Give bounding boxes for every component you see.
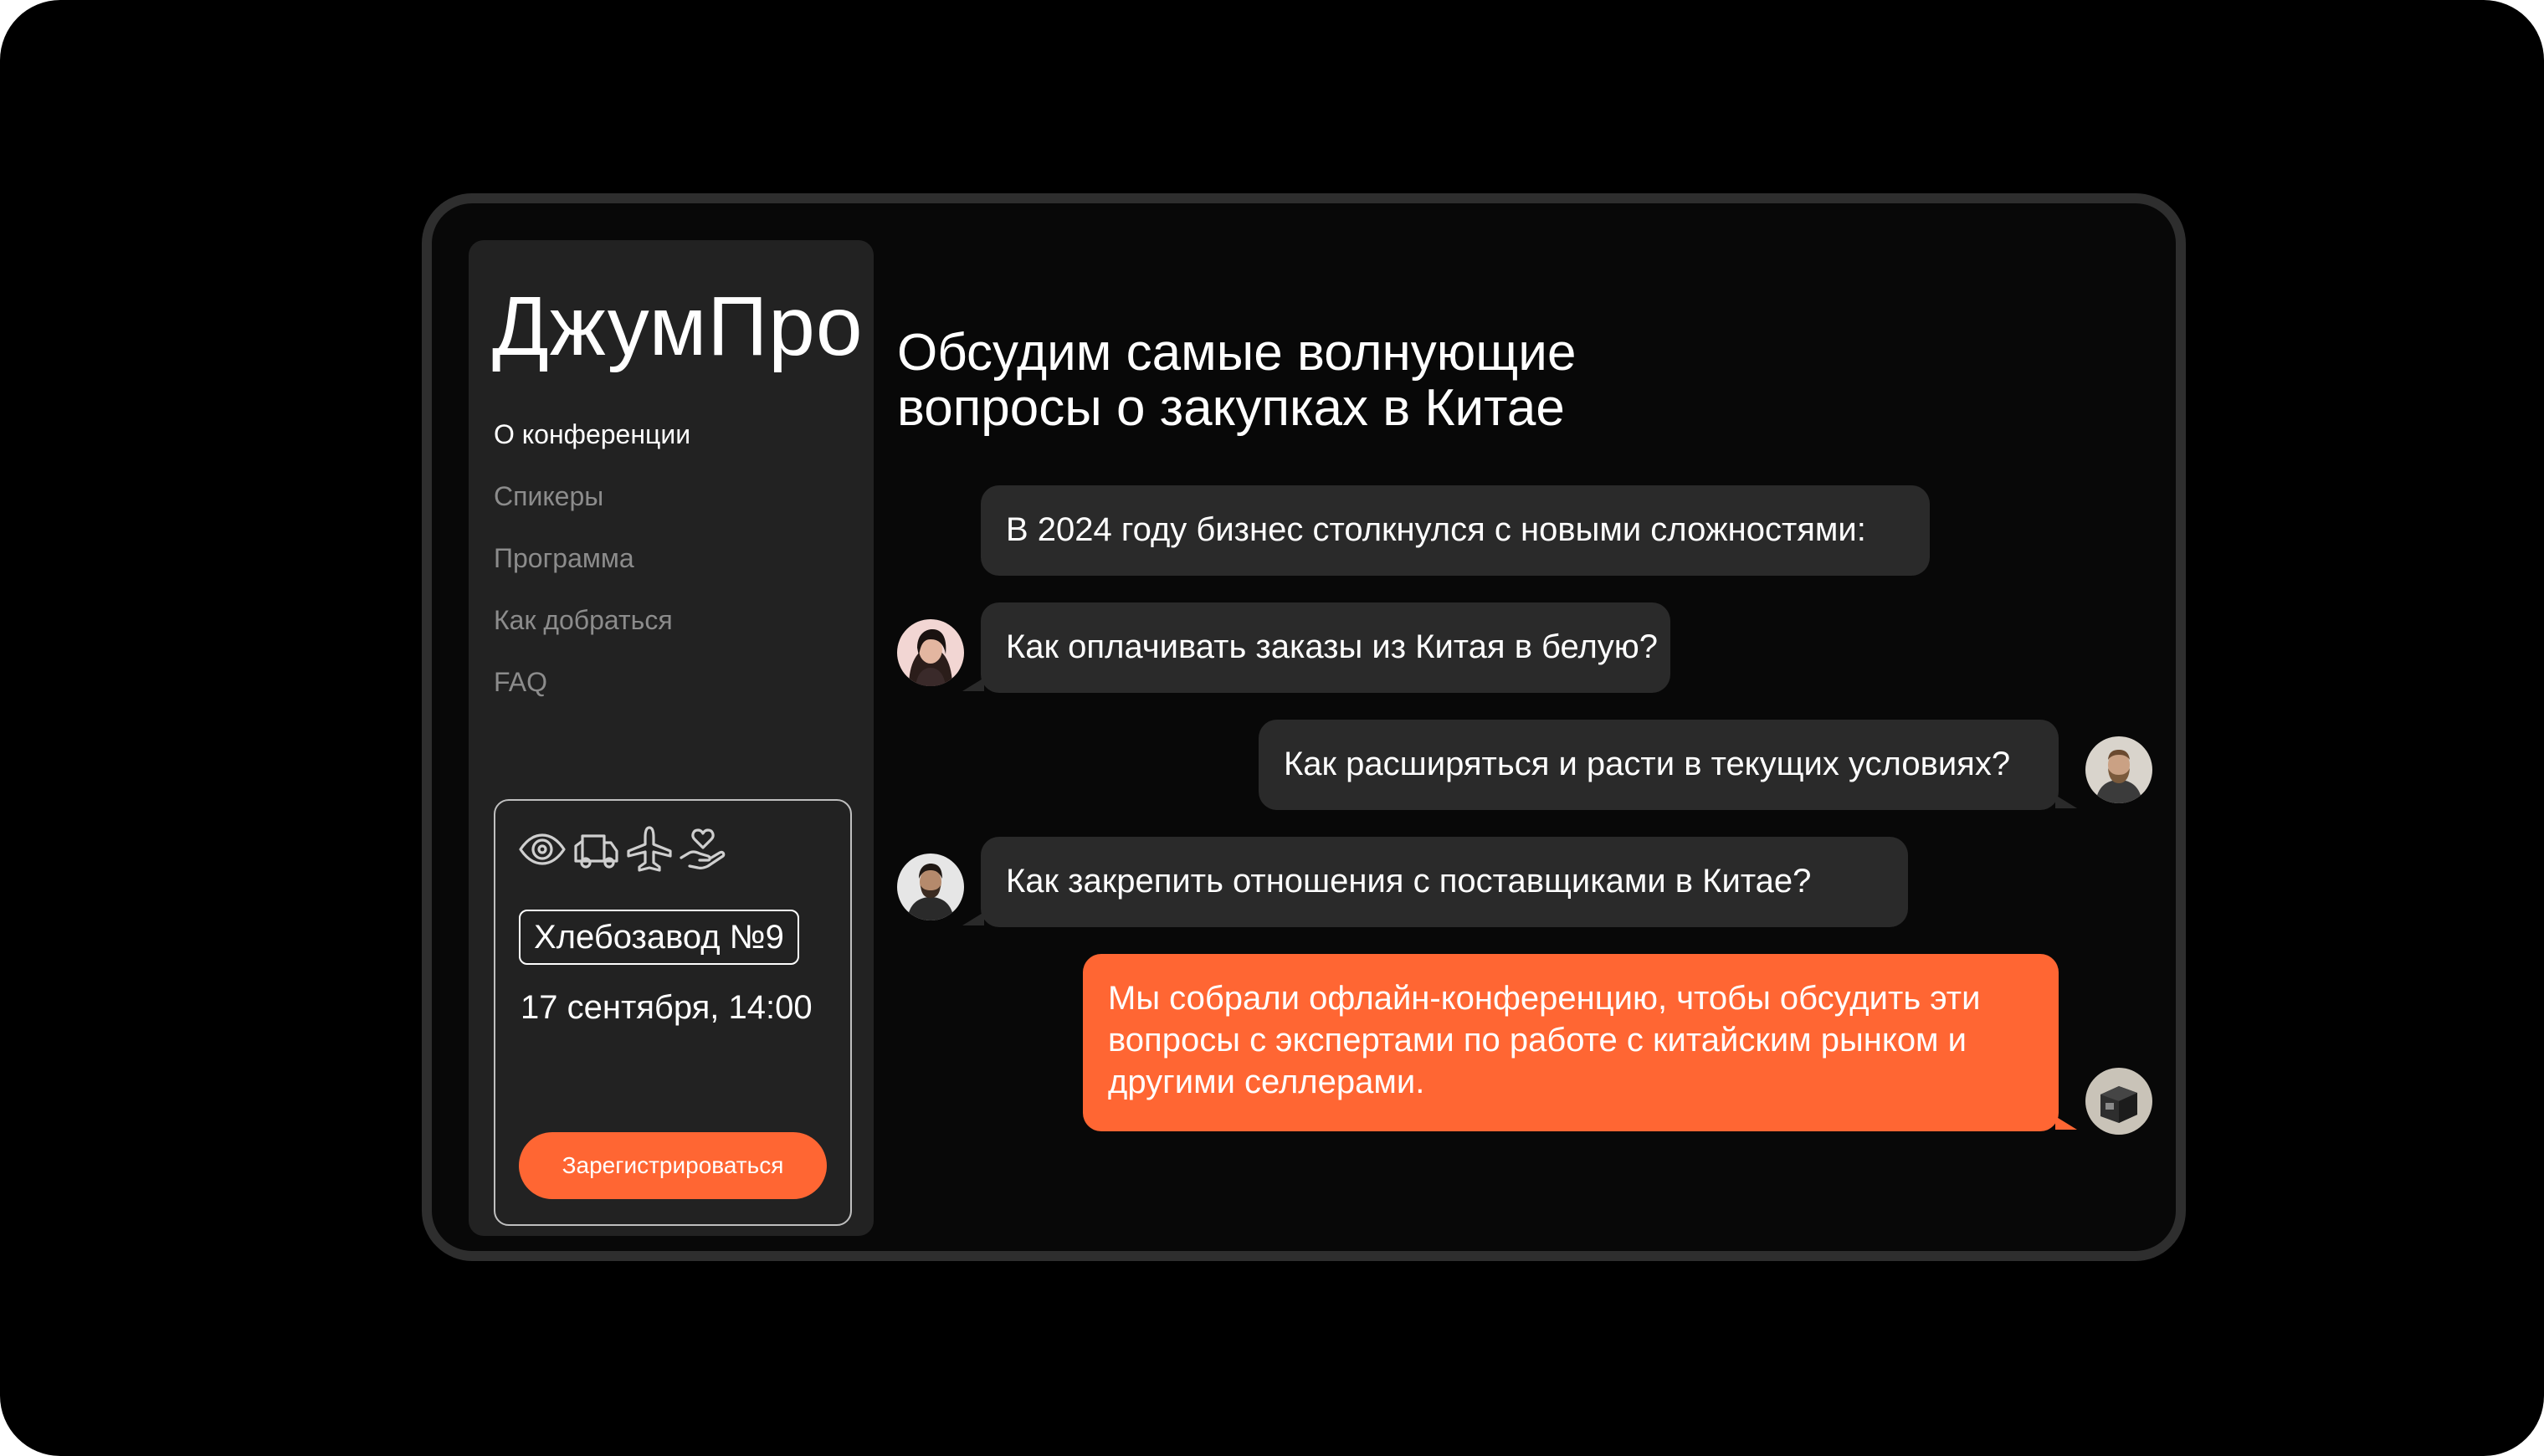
register-button[interactable]: Зарегистрироваться [519,1132,827,1199]
nav-item-faq[interactable]: FAQ [494,665,690,727]
page-background: ДжумПро О конференции Спикеры Программа … [0,0,2544,1456]
page-title: Обсудим самые волнующие вопросы о закупк… [897,326,1818,436]
avatar-man-dark [897,854,964,920]
chat-message-intro: В 2024 году бизнес столкнулся с новыми с… [981,485,1930,576]
event-card: Хлебозавод №9 17 сентября, 14:00 Зарегис… [494,799,852,1226]
truck-icon [574,834,618,869]
chat-message-question-3: Как закрепить отношения с поставщиками в… [962,837,1908,927]
logo[interactable]: ДжумПро [492,280,863,372]
venue-badge: Хлебозавод №9 [519,910,799,965]
event-date: 17 сентября, 14:00 [521,989,813,1026]
page-title-line-1: Обсудим самые волнующие [897,324,1577,382]
chat-message-announcement: Мы собрали офлайн-конференцию, чтобы обс… [1083,954,2077,1131]
sidebar: ДжумПро О конференции Спикеры Программа … [469,240,874,1236]
nav-item-about[interactable]: О конференции [494,418,690,479]
chat-message-question-1: Как оплачивать заказы из Китая в белую? [962,602,1670,693]
page-title-line-2: вопросы о закупках в Китае [897,379,1565,437]
device-frame: ДжумПро О конференции Спикеры Программа … [422,193,2186,1261]
eye-icon [519,833,566,865]
avatar-organizer [2085,1068,2152,1135]
avatar-bearded-man [2085,736,2152,803]
chat-message-question-2: Как расширяться и расти в текущих услови… [1259,720,2077,810]
nav-item-directions[interactable]: Как добраться [494,603,690,665]
nav-item-speakers[interactable]: Спикеры [494,479,690,541]
plane-icon [627,826,672,872]
nav-menu: О конференции Спикеры Программа Как добр… [494,418,690,727]
nav-item-program[interactable]: Программа [494,541,690,603]
hand-heart-icon [680,828,726,869]
event-icons [517,824,728,874]
avatar-woman [897,619,964,686]
